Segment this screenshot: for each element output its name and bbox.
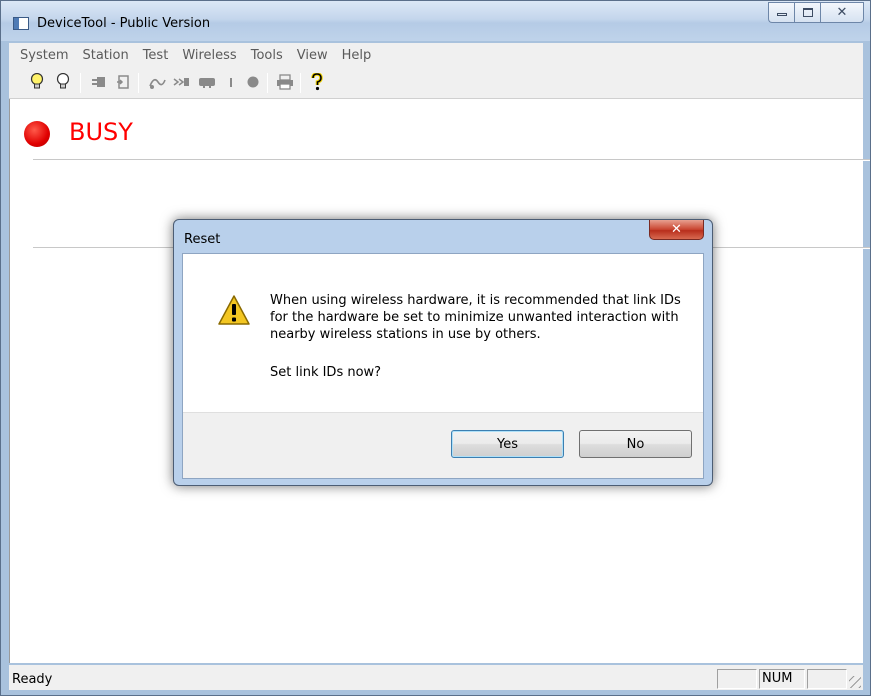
menu-station[interactable]: Station <box>75 48 135 63</box>
close-button[interactable]: ✕ <box>820 2 864 23</box>
help-icon[interactable] <box>307 71 327 93</box>
menu-wireless[interactable]: Wireless <box>175 48 243 63</box>
status-label: BUSY <box>69 118 133 146</box>
dialog-title: Reset <box>184 232 221 247</box>
menu-help[interactable]: Help <box>335 48 379 63</box>
lightbulb-off-icon[interactable] <box>53 71 73 93</box>
dialog-message: When using wireless hardware, it is reco… <box>270 293 681 342</box>
menu-bar: System Station Test Wireless Tools View … <box>9 43 863 67</box>
dialog-close-button[interactable]: ✕ <box>649 220 704 240</box>
title-bar[interactable]: DeviceTool - Public Version ✕ <box>1 1 870 41</box>
menu-system[interactable]: System <box>13 48 75 63</box>
print-icon[interactable] <box>275 71 295 93</box>
minimize-icon <box>777 13 787 16</box>
yes-button[interactable]: Yes <box>451 430 564 458</box>
toolbar-separator <box>138 73 139 93</box>
menu-tools[interactable]: Tools <box>244 48 290 63</box>
busy-indicator-icon <box>24 121 50 147</box>
lightbulb-on-icon[interactable] <box>27 71 47 93</box>
dialog-button-area: Yes No <box>183 412 703 478</box>
device-icon[interactable] <box>197 71 217 93</box>
wireless-icon[interactable] <box>147 71 167 93</box>
no-button[interactable]: No <box>579 430 692 458</box>
signal-icon[interactable] <box>171 71 191 93</box>
minimize-button[interactable] <box>768 2 794 23</box>
caption-buttons: ✕ <box>768 2 864 23</box>
num-lock-pane: NUM <box>759 669 805 689</box>
app-icon <box>13 17 29 30</box>
maximize-button[interactable] <box>794 2 820 23</box>
toolbar <box>9 67 863 99</box>
status-bar: Ready NUM <box>9 665 863 690</box>
warning-icon <box>217 294 251 329</box>
reset-dialog: Reset ✕ When using wireless hardware, it… <box>173 219 713 486</box>
toolbar-separator <box>300 73 301 93</box>
divider-line <box>33 159 870 161</box>
menu-view[interactable]: View <box>290 48 335 63</box>
toolbar-separator <box>267 73 268 93</box>
resize-grip[interactable] <box>849 676 861 688</box>
toolbar-separator <box>80 73 81 93</box>
document-icon[interactable] <box>113 71 133 93</box>
status-pane <box>807 669 847 689</box>
line-icon[interactable] <box>221 71 241 93</box>
plug-icon[interactable] <box>89 71 109 93</box>
status-text: Ready <box>12 672 53 687</box>
maximize-icon <box>803 8 813 17</box>
window-title: DeviceTool - Public Version <box>37 16 211 31</box>
dialog-body: When using wireless hardware, it is reco… <box>182 253 704 479</box>
dialog-question: Set link IDs now? <box>270 365 382 380</box>
menu-test[interactable]: Test <box>136 48 176 63</box>
status-pane <box>717 669 757 689</box>
record-icon[interactable] <box>243 71 263 93</box>
close-icon: ✕ <box>836 5 848 20</box>
